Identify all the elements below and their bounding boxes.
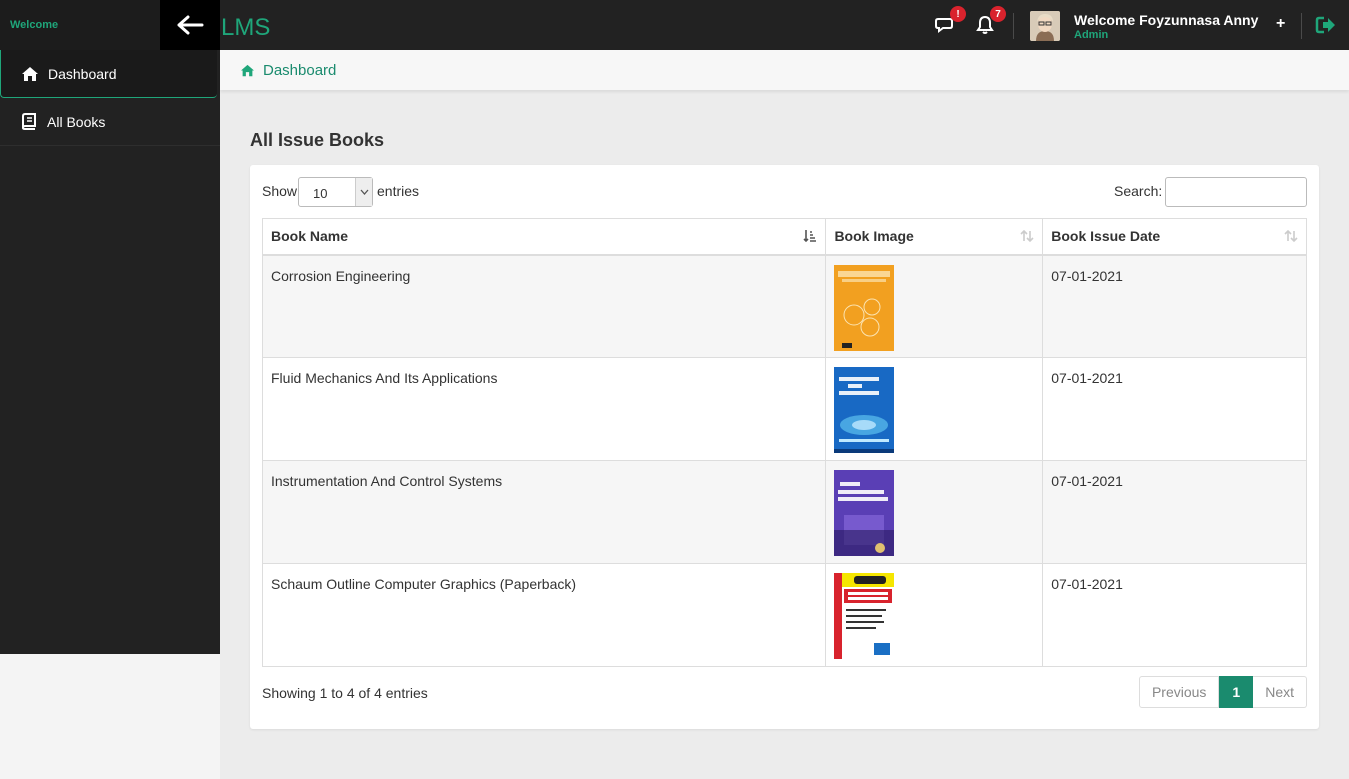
- book-cover-image[interactable]: [834, 470, 895, 556]
- table-info: Showing 1 to 4 of 4 entries: [262, 685, 428, 701]
- book-name-cell: Corrosion Engineering: [261, 254, 827, 358]
- messages-badge: !: [950, 6, 966, 22]
- chevron-down-icon: [355, 178, 372, 206]
- next-page-button[interactable]: Next: [1253, 676, 1307, 708]
- sidebar-item-label: All Books: [47, 113, 106, 130]
- sidebar-footer-area: [0, 654, 220, 779]
- book-name-cell: Schaum Outline Computer Graphics (Paperb…: [261, 563, 827, 667]
- divider: [1013, 13, 1014, 39]
- sort-both-icon: [1284, 229, 1298, 243]
- book-name-cell: Instrumentation And Control Systems: [261, 460, 827, 564]
- entries-label: entries: [377, 183, 420, 199]
- sidebar-item-label: Dashboard: [48, 65, 117, 82]
- issue-date-cell: 07-01-2021: [1042, 254, 1307, 358]
- pagination: Previous 1 Next: [1138, 676, 1307, 708]
- arrow-left-icon: [177, 15, 204, 35]
- book-icon: [20, 113, 38, 131]
- book-cover-image[interactable]: [834, 264, 895, 351]
- column-header-book-image[interactable]: Book Image: [825, 218, 1044, 256]
- book-cover-image[interactable]: [834, 367, 895, 453]
- logout-button[interactable]: [1314, 13, 1338, 37]
- issue-date-cell: 07-01-2021: [1042, 357, 1307, 461]
- add-button[interactable]: +: [1276, 15, 1285, 33]
- book-image-cell: [825, 254, 1044, 358]
- user-name[interactable]: Welcome Foyzunnasa Anny: [1074, 12, 1258, 28]
- show-label: Show: [262, 183, 298, 199]
- book-image-cell: [825, 460, 1044, 564]
- entries-per-page-select[interactable]: 10: [298, 177, 373, 207]
- column-header-label: Book Issue Date: [1051, 228, 1161, 245]
- search-input[interactable]: [1165, 177, 1307, 207]
- sign-out-icon: [1315, 16, 1335, 34]
- table-row: Corrosion Engineering 07-01-2021: [261, 254, 1307, 358]
- issue-date-cell: 07-01-2021: [1042, 563, 1307, 667]
- sidebar-item-all-books[interactable]: All Books: [0, 98, 220, 146]
- column-header-issue-date[interactable]: Book Issue Date: [1042, 218, 1307, 256]
- sidebar-item-dashboard[interactable]: Dashboard: [0, 50, 217, 98]
- welcome-label: Welcome: [0, 0, 160, 50]
- search-label: Search:: [1114, 183, 1163, 199]
- previous-page-button[interactable]: Previous: [1138, 676, 1220, 708]
- column-header-label: Book Image: [834, 228, 914, 245]
- column-header-book-name[interactable]: Book Name: [261, 218, 827, 256]
- book-image-cell: [825, 563, 1044, 667]
- notifications-badge: 7: [990, 6, 1006, 22]
- entries-per-page-value: 10: [313, 186, 328, 201]
- page-title: All Issue Books: [250, 130, 385, 150]
- table-row: Schaum Outline Computer Graphics (Paperb…: [261, 563, 1307, 667]
- user-photo-icon: [1030, 11, 1060, 41]
- book-name-cell: Fluid Mechanics And Its Applications: [261, 357, 827, 461]
- top-bar: Welcome LMS ! 7 Welcome Foyzunnasa Anny …: [0, 0, 1349, 50]
- sort-both-icon: [1020, 229, 1034, 243]
- home-icon: [241, 64, 254, 76]
- table-header-row: Book Name Book Image Book Issue Date: [261, 218, 1307, 256]
- sort-asc-icon: [803, 230, 817, 243]
- table-row: Instrumentation And Control Systems 07-0…: [261, 460, 1307, 564]
- divider: [1301, 13, 1302, 39]
- book-image-cell: [825, 357, 1044, 461]
- app-title: LMS: [221, 14, 271, 41]
- messages-button[interactable]: !: [933, 6, 966, 37]
- table-row: Fluid Mechanics And Its Applications 07-…: [261, 357, 1307, 461]
- book-cover-image[interactable]: [834, 573, 895, 659]
- breadcrumb: Dashboard: [220, 50, 1349, 90]
- issue-date-cell: 07-01-2021: [1042, 460, 1307, 564]
- issue-books-card: Show 10 entries Search: Book Name Book I…: [250, 165, 1319, 729]
- column-header-label: Book Name: [271, 228, 349, 245]
- avatar[interactable]: [1030, 11, 1060, 41]
- home-icon: [21, 65, 39, 83]
- notifications-button[interactable]: 7: [973, 6, 1006, 37]
- user-role: Admin: [1074, 29, 1109, 41]
- breadcrumb-dashboard-link[interactable]: Dashboard: [263, 62, 336, 79]
- issue-books-table: Book Name Book Image Book Issue Date Cor…: [261, 218, 1307, 667]
- page-1-button[interactable]: 1: [1219, 676, 1254, 708]
- sidebar: Dashboard All Books: [0, 50, 220, 654]
- sidebar-toggle-button[interactable]: [160, 0, 220, 50]
